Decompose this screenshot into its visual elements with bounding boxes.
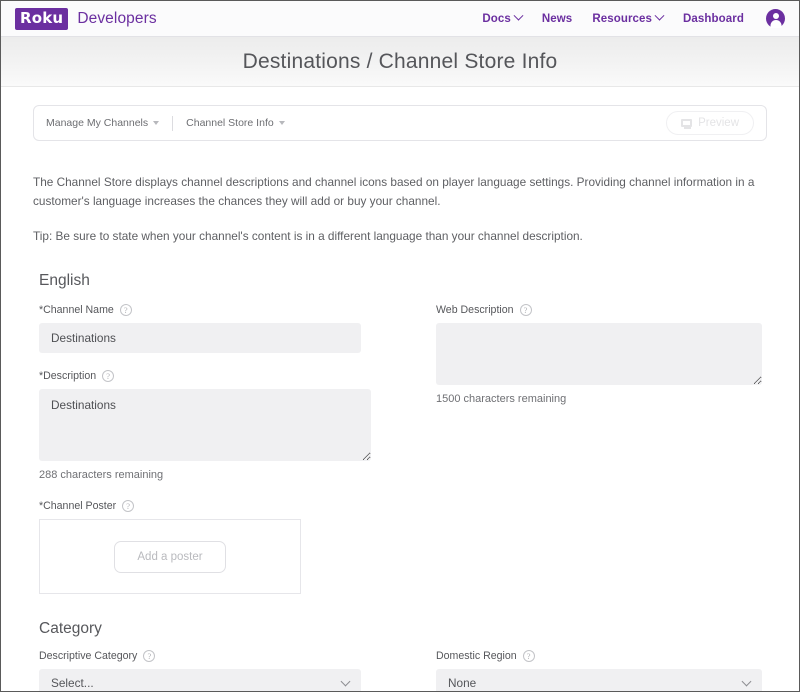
chevron-down-icon <box>741 676 752 687</box>
add-poster-button[interactable]: Add a poster <box>114 540 226 573</box>
main-content: Manage My Channels Channel Store Info Pr… <box>1 87 799 691</box>
description-label-row: *Description ? <box>39 370 428 383</box>
domestic-region-label: Domestic Region <box>436 650 517 663</box>
nav-item-news-label: News <box>541 12 573 25</box>
app-window: Roku Developers Docs News Resources Dash… <box>0 0 800 692</box>
channel-name-label: *Channel Name <box>39 304 114 317</box>
breadcrumb-item-channel-store-info[interactable]: Channel Store Info <box>186 117 285 129</box>
description-character-counter: 288 characters remaining <box>39 469 164 482</box>
nav-item-news[interactable]: News <box>542 13 572 25</box>
breadcrumb-divider <box>172 115 174 131</box>
brand-word-label: Developers <box>77 9 157 27</box>
nav-item-docs[interactable]: Docs <box>482 10 524 25</box>
channel-poster-dropzone[interactable]: Add a poster <box>39 519 301 595</box>
description-textarea[interactable] <box>39 389 371 462</box>
user-avatar-icon[interactable] <box>766 9 785 28</box>
english-left-column: *Channel Name ? *Description ? 288 chara… <box>33 304 428 595</box>
channel-name-input[interactable] <box>39 323 361 354</box>
chevron-down-icon <box>153 121 160 125</box>
channel-poster-label-row: *Channel Poster ? <box>39 500 428 513</box>
descriptive-category-label: Descriptive Category <box>39 650 138 663</box>
intro-paragraph-2: Tip: Be sure to state when your channel'… <box>33 229 583 244</box>
chevron-down-icon <box>654 10 665 21</box>
chevron-down-icon <box>278 121 285 125</box>
channel-name-label-row: *Channel Name ? <box>39 304 428 317</box>
nav-item-dashboard[interactable]: Dashboard <box>683 13 744 25</box>
question-mark-icon[interactable]: ? <box>119 304 132 317</box>
web-description-character-counter: 1500 characters remaining <box>436 393 567 406</box>
english-right-column: Web Description ? 1500 characters remain… <box>428 304 767 594</box>
nav-item-dashboard-label: Dashboard <box>683 12 744 25</box>
chevron-down-icon <box>513 10 524 21</box>
question-mark-icon[interactable]: ? <box>522 650 535 663</box>
web-description-label: Web Description <box>436 304 514 317</box>
web-description-label-row: Web Description ? <box>436 304 767 317</box>
question-mark-icon[interactable]: ? <box>143 650 156 663</box>
question-mark-icon[interactable]: ? <box>519 304 532 317</box>
nav-links: Docs News Resources Dashboard <box>482 9 785 28</box>
breadcrumb: Manage My Channels Channel Store Info Pr… <box>33 105 767 141</box>
question-mark-icon[interactable]: ? <box>102 370 115 383</box>
tv-monitor-icon <box>681 119 693 129</box>
breadcrumb-item-channel-store-info-label: Channel Store Info <box>186 117 274 129</box>
descriptive-category-select[interactable]: Select... <box>39 669 361 691</box>
question-mark-icon[interactable]: ? <box>122 500 135 513</box>
preview-button-label: Preview <box>698 117 739 129</box>
nav-item-resources-label: Resources <box>592 12 653 25</box>
page-title-band: Destinations / Channel Store Info <box>1 37 799 87</box>
category-right-column: Domestic Region ? None <box>428 650 767 691</box>
section-title-category: Category <box>39 620 102 638</box>
section-title-english: English <box>39 272 90 290</box>
domestic-region-label-row: Domestic Region ? <box>436 650 767 663</box>
intro-text: The Channel Store displays channel descr… <box>33 173 767 246</box>
chevron-down-icon <box>340 676 351 687</box>
top-navigation-bar: Roku Developers Docs News Resources Dash… <box>1 1 799 37</box>
descriptive-category-value: Select... <box>51 676 94 691</box>
breadcrumb-item-manage-my-channels-label: Manage My Channels <box>46 117 149 129</box>
nav-item-docs-label: Docs <box>482 12 511 25</box>
brand-logo[interactable]: Roku Developers <box>15 7 157 30</box>
web-description-textarea[interactable] <box>436 323 762 386</box>
category-left-column: Descriptive Category ? Select... <box>33 650 428 691</box>
nav-item-resources[interactable]: Resources <box>592 10 665 25</box>
preview-button[interactable]: Preview <box>666 111 754 135</box>
domestic-region-select[interactable]: None <box>436 669 762 691</box>
descriptive-category-label-row: Descriptive Category ? <box>39 650 428 663</box>
roku-logo-icon: Roku <box>15 7 69 30</box>
description-label: *Description <box>39 370 97 383</box>
domestic-region-value: None <box>448 676 477 691</box>
english-fields-grid: *Channel Name ? *Description ? 288 chara… <box>33 304 767 595</box>
category-fields-grid: Descriptive Category ? Select... Domesti… <box>33 650 767 691</box>
channel-poster-label: *Channel Poster <box>39 500 117 513</box>
intro-paragraph-1: The Channel Store displays channel descr… <box>33 175 755 209</box>
breadcrumb-item-manage-my-channels[interactable]: Manage My Channels <box>46 117 160 129</box>
page-title: Destinations / Channel Store Info <box>242 49 558 73</box>
